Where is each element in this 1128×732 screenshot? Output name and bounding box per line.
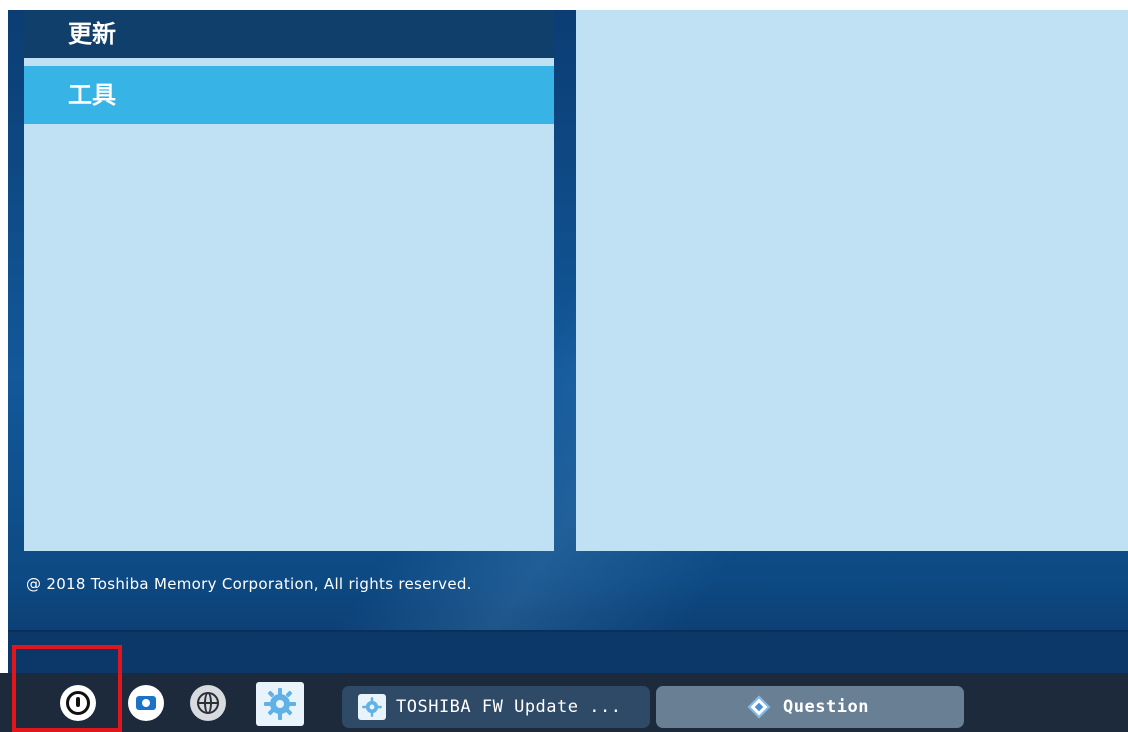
menu-item-tools[interactable]: 工具 xyxy=(24,66,554,124)
status-band xyxy=(8,630,1128,673)
copyright-text: @ 2018 Toshiba Memory Corporation, All r… xyxy=(26,575,472,593)
gear-icon xyxy=(358,694,386,720)
highlight-box xyxy=(12,645,122,732)
diamond-icon xyxy=(747,695,771,719)
app-window: 更新 工具 @ 2018 Toshiba Memory Corporation,… xyxy=(8,10,1128,673)
globe-icon[interactable] xyxy=(190,685,226,721)
task-label: TOSHIBA FW Update ... xyxy=(396,697,622,717)
taskbar-task-question[interactable]: Question xyxy=(656,686,964,728)
taskbar-task-toshiba-fw-update[interactable]: TOSHIBA FW Update ... xyxy=(342,686,650,728)
gear-icon[interactable] xyxy=(256,682,304,726)
camera-icon[interactable] xyxy=(128,685,164,721)
task-label: Question xyxy=(783,697,869,717)
content-panel xyxy=(576,10,1128,551)
menu-panel: 更新 工具 xyxy=(24,10,554,551)
menu-item-update[interactable]: 更新 xyxy=(24,10,554,58)
